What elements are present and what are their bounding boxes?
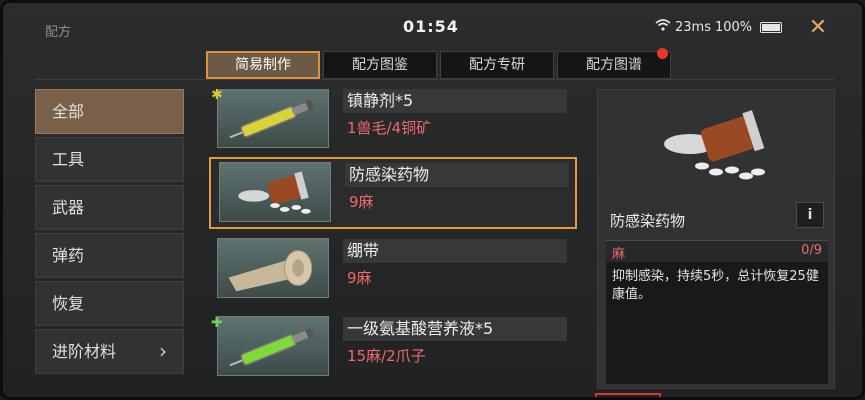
status-bar: 23ms 100% (655, 19, 783, 35)
notification-dot (657, 48, 668, 59)
recipe-item-bandage[interactable]: 绷带 9麻 (209, 235, 577, 307)
info-button[interactable]: i (796, 202, 824, 228)
clock: 01:54 (403, 17, 459, 36)
bandage-icon (217, 238, 329, 298)
tab-bar: 简易制作 配方图鉴 配方专研 配方图谱 (206, 48, 671, 79)
pill-bottle-icon (219, 162, 331, 222)
sidebar-item-all[interactable]: 全部 (35, 89, 184, 134)
recipe-item-amino-acid-solution[interactable]: ✚ 一级氨基酸营养液*5 15麻/2爪子 (209, 313, 577, 385)
material-name: 麻 (612, 247, 626, 262)
sidebar-item-label: 进阶材料 (52, 342, 117, 361)
pill-bottle-icon (654, 100, 774, 190)
close-icon: ✕ (808, 15, 828, 40)
sidebar-item-weapons[interactable]: 武器 (35, 185, 184, 230)
close-button[interactable]: ✕ (803, 13, 833, 43)
category-sidebar: 全部 工具 武器 弹药 恢复 进阶材料 › (35, 89, 184, 377)
tab-recipe-catalog[interactable]: 配方图鉴 (323, 51, 437, 79)
tab-simple-craft[interactable]: 简易制作 (206, 51, 320, 79)
recipe-name: 防感染药物 (345, 163, 569, 187)
recipe-item-anti-infection[interactable]: 防感染药物 9麻 (209, 157, 577, 229)
battery-text: 100% (714, 19, 753, 35)
divider (35, 79, 835, 80)
sidebar-item-recovery[interactable]: 恢复 (35, 281, 184, 326)
item-description: 抑制感染，持续5秒，总计恢复25健康值。 (612, 269, 819, 302)
syringe-green-icon (217, 316, 329, 376)
tab-recipe-atlas[interactable]: 配方图谱 (557, 48, 671, 79)
material-count: 0/9 (801, 243, 822, 258)
syringe-yellow-icon (217, 89, 329, 148)
recipe-cost: 1兽毛/4铜矿 (347, 119, 432, 137)
recipe-name: 镇静剂*5 (343, 89, 567, 113)
recipe-list[interactable]: ✱ 镇静剂*5 1兽毛/4铜矿 防感染药物 9麻 绷带 9麻 ✚ 一级氨基酸营养… (209, 89, 581, 397)
sidebar-item-advanced-materials[interactable]: 进阶材料 › (35, 329, 184, 374)
recipe-badge: ✚ (211, 315, 223, 331)
latency-text: 23ms (675, 19, 711, 35)
recipe-detail-panel: 防感染药物 i 麻 0/9 抑制感染，持续5秒，总计恢复25健康值。 (597, 89, 835, 389)
recipe-cost: 9麻 (347, 269, 372, 287)
sidebar-item-ammo[interactable]: 弹药 (35, 233, 184, 278)
detail-item-name: 防感染药物 (610, 212, 686, 230)
recipe-item-sedative[interactable]: ✱ 镇静剂*5 1兽毛/4铜矿 (209, 89, 577, 157)
crafting-window: 配方 01:54 23ms 100% ✕ 简易制作 配方图鉴 配方专研 配方图谱… (0, 0, 865, 400)
battery-icon (760, 21, 783, 33)
recipe-name: 一级氨基酸营养液*5 (343, 317, 567, 341)
sidebar-item-tools[interactable]: 工具 (35, 137, 184, 182)
tab-recipe-atlas-label: 配方图谱 (586, 57, 642, 73)
recipe-cost: 15麻/2爪子 (347, 347, 426, 365)
window-title: 配方 (45, 25, 72, 40)
top-bar: 配方 01:54 23ms 100% ✕ (3, 3, 862, 51)
wifi-icon (655, 19, 671, 35)
description-box: 抑制感染，持续5秒，总计恢复25健康值。 (606, 262, 828, 384)
recipe-name: 绷带 (343, 239, 567, 263)
recipe-cost: 9麻 (349, 193, 374, 211)
tab-recipe-research[interactable]: 配方专研 (440, 51, 554, 79)
recipe-badge: ✱ (211, 89, 223, 103)
material-row: 麻 0/9 (606, 240, 828, 262)
chevron-right-icon: › (159, 339, 167, 363)
craft-button[interactable] (595, 393, 661, 397)
